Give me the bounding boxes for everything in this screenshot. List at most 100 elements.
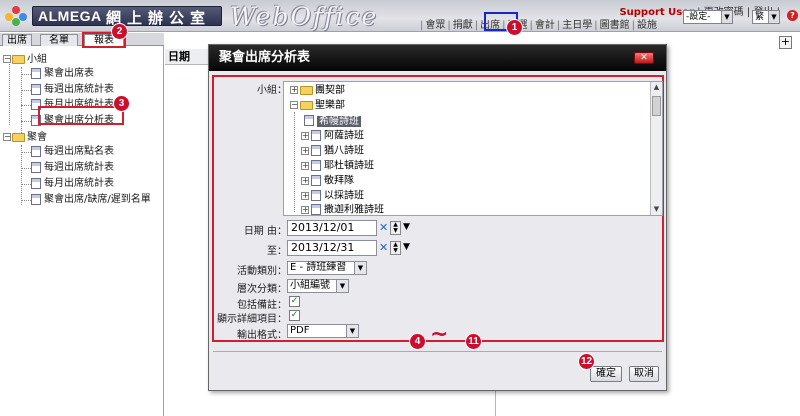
webo-logotype: WebOffice [230,2,379,31]
expand-icon: + [301,130,309,140]
tree-item-weekly-stats[interactable]: 每週出席統計表 [31,83,114,96]
date-from-input[interactable]: 2013/12/01 [287,220,377,236]
group-tree-node[interactable]: + 耶杜頓詩班 [301,160,374,172]
callout-11: 11 [466,334,481,349]
ok-button[interactable]: 確定 [590,366,622,382]
nav-sunday-school[interactable]: 主日學 [560,20,594,31]
group-icon [304,115,314,126]
dialog-title: 聚會出席分析表 [209,45,666,71]
group-tree-node[interactable]: + 撒迦利雅詩班 [301,204,384,216]
folder-open-icon [300,100,313,110]
group-label: 小組： [257,85,287,96]
callout-1: 1 [507,20,522,35]
chevron-down-icon: ▼ [768,11,779,23]
tab-list[interactable]: 名單 [40,34,78,46]
scroll-up-icon[interactable]: ▲ [651,82,662,93]
group-tree-node[interactable]: + 敬拜隊 [301,175,354,187]
range-tilde: ~ [430,322,449,347]
scroll-thumb[interactable] [652,96,661,116]
chevron-down-icon: ▼ [346,325,358,337]
group-tree-node-selected[interactable]: 希幔詩班 [304,115,361,127]
group-tree-node[interactable]: + 猶八詩班 [301,145,364,157]
date-to-input[interactable]: 2013/12/31 [287,240,377,256]
group-tree[interactable]: + 團契部 − 聖樂部 希幔詩班 + 阿薩詩班 + 猶八詩班 + 耶杜頓詩班 + 敬拜隊 +… [283,81,663,216]
report-icon [31,83,41,95]
nav-facilities[interactable]: 設施 [635,20,659,31]
group-icon [311,204,321,215]
nav-members[interactable]: 會眾 [423,20,447,31]
clear-date-from-icon[interactable]: ✕ [379,221,388,234]
tree-group-meeting[interactable]: − 聚會 [3,131,47,144]
format-select[interactable]: PDF ▼ [287,324,359,338]
chevron-down-icon: ▼ [336,280,348,292]
report-icon [31,177,41,189]
group-tree-node[interactable]: + 以採詩班 [301,190,364,202]
activity-label: 活動類別： [237,266,287,277]
report-icon [31,193,41,205]
expand-icon: + [301,175,309,185]
expand-icon: + [301,190,309,200]
date-to-spinner[interactable]: ▲ ▼ [390,241,401,255]
group-tree-node[interactable]: − 聖樂部 [290,100,345,112]
date-to-label: 至： [267,246,287,257]
show-details-checkbox[interactable]: ✓ [289,310,300,321]
collapse-icon: − [3,54,11,63]
group-icon [311,145,321,156]
group-icon [311,160,321,171]
show-details-label: 顯示詳細項目： [217,314,287,325]
callout-3: 3 [114,96,129,111]
highlight-analysis-item [38,106,124,125]
group-tree-node[interactable]: + 阿薩詩班 [301,130,364,142]
callout-2: 2 [112,24,127,39]
tree-item-monthly-stats-2[interactable]: 每月出席統計表 [31,177,114,190]
language-select[interactable]: 繁 ▼ [752,10,780,24]
main-nav: |會眾|捐獻|出席|助選|會計|主日學|圖書館|設施 [420,20,659,31]
tree-scrollbar[interactable]: ▲ ▼ [650,82,662,215]
activity-select[interactable]: E - 詩班練習 ▼ [287,261,367,275]
tree-item-weekly-stats-2[interactable]: 每週出席統計表 [31,161,114,174]
app-logo-icon [5,6,27,26]
close-icon[interactable]: ✕ [634,52,654,64]
group-tree-node[interactable]: + 團契部 [290,85,345,97]
include-note-checkbox[interactable]: ✓ [289,296,300,307]
report-icon [31,145,41,157]
clear-date-to-icon[interactable]: ✕ [379,241,388,254]
expand-icon: + [301,145,309,155]
help-icon[interactable]: ? [787,10,798,21]
chevron-down-icon: ▼ [354,262,366,274]
folder-icon [12,132,25,142]
tree-item-weekly-rollcall[interactable]: 每週出席點名表 [31,145,114,158]
folder-icon [300,85,313,95]
level-label: 層次分類： [237,284,287,295]
nav-offering[interactable]: 捐獻 [451,20,475,31]
level-select[interactable]: 小組編號 ▼ [287,279,349,293]
expand-icon: + [301,204,309,214]
date-from-spinner[interactable]: ▲ ▼ [390,221,401,235]
cancel-button[interactable]: 取消 [629,366,659,382]
tab-attendance[interactable]: 出席 [2,34,32,46]
add-button[interactable]: + [779,36,792,49]
expand-icon: + [301,160,309,170]
tree-item-meeting-attendance[interactable]: 聚會出席表 [31,67,94,80]
brand-name: ALMEGA [38,8,102,24]
collapse-icon: − [290,100,298,109]
callout-4: 4 [410,334,425,349]
tree-group-small[interactable]: − 小組 [3,53,47,66]
group-icon [311,130,321,141]
tree-item-absence-list[interactable]: 聚會出席/缺席/遲到名單 [31,193,151,206]
settings-select[interactable]: -設定- ▼ [683,10,733,24]
format-label: 輸出格式： [237,330,287,341]
group-icon [311,175,321,186]
callout-12: 12 [579,354,594,369]
scroll-down-icon[interactable]: ▼ [651,204,662,215]
report-icon [31,67,41,79]
report-icon [31,161,41,173]
chevron-down-icon: ▼ [721,11,732,23]
group-icon [311,190,321,201]
nav-library[interactable]: 圖書館 [598,20,632,31]
date-from-dropdown-icon[interactable]: ▼ [403,222,410,232]
folder-icon [12,54,25,64]
collapse-icon: − [3,132,11,141]
date-to-dropdown-icon[interactable]: ▼ [403,242,410,252]
nav-accounting[interactable]: 會計 [533,20,557,31]
